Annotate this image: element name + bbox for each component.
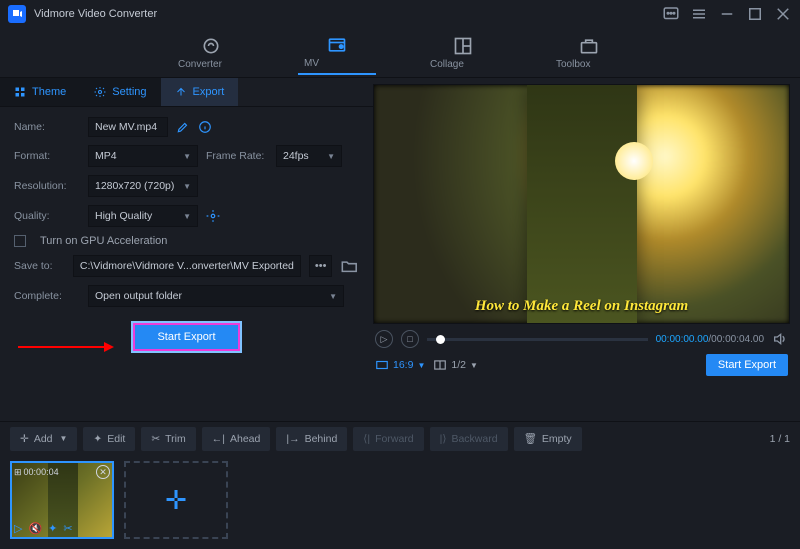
- resolution-label: Resolution:: [14, 180, 80, 192]
- collage-icon: [453, 36, 473, 56]
- add-clip-button[interactable]: ✛: [124, 461, 228, 539]
- quality-select[interactable]: High Quality▼: [88, 205, 198, 227]
- resolution-select[interactable]: 1280x720 (720p)▼: [88, 175, 198, 197]
- play-button[interactable]: ▷: [375, 330, 393, 348]
- setting-icon: [94, 86, 106, 98]
- start-export-button[interactable]: Start Export: [133, 323, 239, 351]
- saveto-path[interactable]: C:\Vidmore\Vidmore V...onverter\MV Expor…: [73, 255, 301, 277]
- mv-icon: [327, 35, 347, 55]
- wand-icon: ✦: [93, 433, 102, 445]
- tab-theme[interactable]: Theme: [0, 78, 80, 106]
- nav-mv[interactable]: MV: [298, 31, 376, 75]
- plus-icon: ✛: [20, 433, 29, 445]
- gpu-label: Turn on GPU Acceleration: [40, 235, 167, 247]
- preview-panel: How to Make a Reel on Instagram: [373, 84, 790, 324]
- start-export-button-right[interactable]: Start Export: [706, 354, 788, 376]
- export-icon: [175, 86, 187, 98]
- add-button[interactable]: ✛Add▼: [10, 427, 77, 451]
- trash-icon: 🗑: [524, 432, 537, 445]
- ahead-icon: ←|: [212, 433, 225, 445]
- framerate-label: Frame Rate:: [206, 150, 268, 162]
- trim-button[interactable]: ✂Trim: [141, 427, 195, 451]
- quality-settings-icon[interactable]: [206, 209, 220, 223]
- aspect-select[interactable]: 16:9▼: [375, 358, 425, 372]
- app-logo: [8, 5, 26, 23]
- forward-icon: ⟨|: [363, 433, 370, 445]
- scissors-icon: ✂: [151, 433, 160, 445]
- time-display: 00:00:00.00/00:00:04.00: [656, 334, 764, 345]
- play-clip-icon[interactable]: ▷: [14, 522, 22, 535]
- tab-export[interactable]: Export: [161, 78, 239, 106]
- feedback-icon[interactable]: [662, 5, 680, 23]
- edit-name-icon[interactable]: [176, 120, 190, 134]
- quality-label: Quality:: [14, 210, 80, 222]
- forward-button[interactable]: ⟨|Forward: [353, 427, 423, 451]
- complete-label: Complete:: [14, 290, 80, 302]
- framerate-select[interactable]: 24fps▼: [276, 145, 342, 167]
- maximize-icon[interactable]: [746, 5, 764, 23]
- behind-button[interactable]: |→Behind: [276, 427, 347, 451]
- split-select[interactable]: 1/2▼: [433, 358, 478, 372]
- preview-caption: How to Make a Reel on Instagram: [374, 298, 789, 315]
- volume-icon[interactable]: [772, 331, 788, 347]
- backward-icon: |⟩: [440, 433, 447, 445]
- converter-icon: [201, 36, 221, 56]
- mute-clip-icon[interactable]: 🔇: [28, 522, 42, 535]
- nav-toolbox[interactable]: Toolbox: [550, 32, 628, 74]
- close-icon[interactable]: [774, 5, 792, 23]
- trim-clip-icon[interactable]: ✂: [63, 522, 72, 535]
- empty-button[interactable]: 🗑Empty: [514, 427, 582, 451]
- clip-thumbnail[interactable]: ⊞00:00:04 ✕ ▷ 🔇 ✦ ✂: [10, 461, 114, 539]
- minimize-icon[interactable]: [718, 5, 736, 23]
- app-title: Vidmore Video Converter: [34, 8, 662, 20]
- progress-bar[interactable]: [427, 338, 648, 341]
- tab-setting[interactable]: Setting: [80, 78, 160, 106]
- name-input[interactable]: New MV.mp4: [88, 117, 168, 137]
- stop-button[interactable]: □: [401, 330, 419, 348]
- nav-collage[interactable]: Collage: [424, 32, 502, 74]
- info-icon[interactable]: [198, 120, 212, 134]
- format-select[interactable]: MP4▼: [88, 145, 198, 167]
- theme-icon: [14, 86, 26, 98]
- effect-clip-icon[interactable]: ✦: [48, 522, 57, 535]
- browse-button[interactable]: •••: [309, 255, 333, 277]
- toolbox-icon: [579, 36, 599, 56]
- name-label: Name:: [14, 121, 80, 133]
- nav-converter[interactable]: Converter: [172, 32, 250, 74]
- saveto-label: Save to:: [14, 260, 65, 272]
- format-label: Format:: [14, 150, 80, 162]
- edit-button[interactable]: ✦Edit: [83, 427, 135, 451]
- backward-button[interactable]: |⟩Backward: [430, 427, 508, 451]
- complete-select[interactable]: Open output folder▼: [88, 285, 344, 307]
- gpu-checkbox[interactable]: [14, 235, 26, 247]
- menu-icon[interactable]: [690, 5, 708, 23]
- remove-clip-icon[interactable]: ✕: [96, 465, 110, 479]
- ahead-button[interactable]: ←|Ahead: [202, 427, 271, 451]
- film-icon: ⊞: [14, 467, 22, 478]
- behind-icon: |→: [286, 433, 299, 445]
- page-indicator: 1 / 1: [770, 433, 790, 445]
- annotation-arrow: [18, 339, 114, 355]
- open-folder-icon[interactable]: [340, 255, 359, 277]
